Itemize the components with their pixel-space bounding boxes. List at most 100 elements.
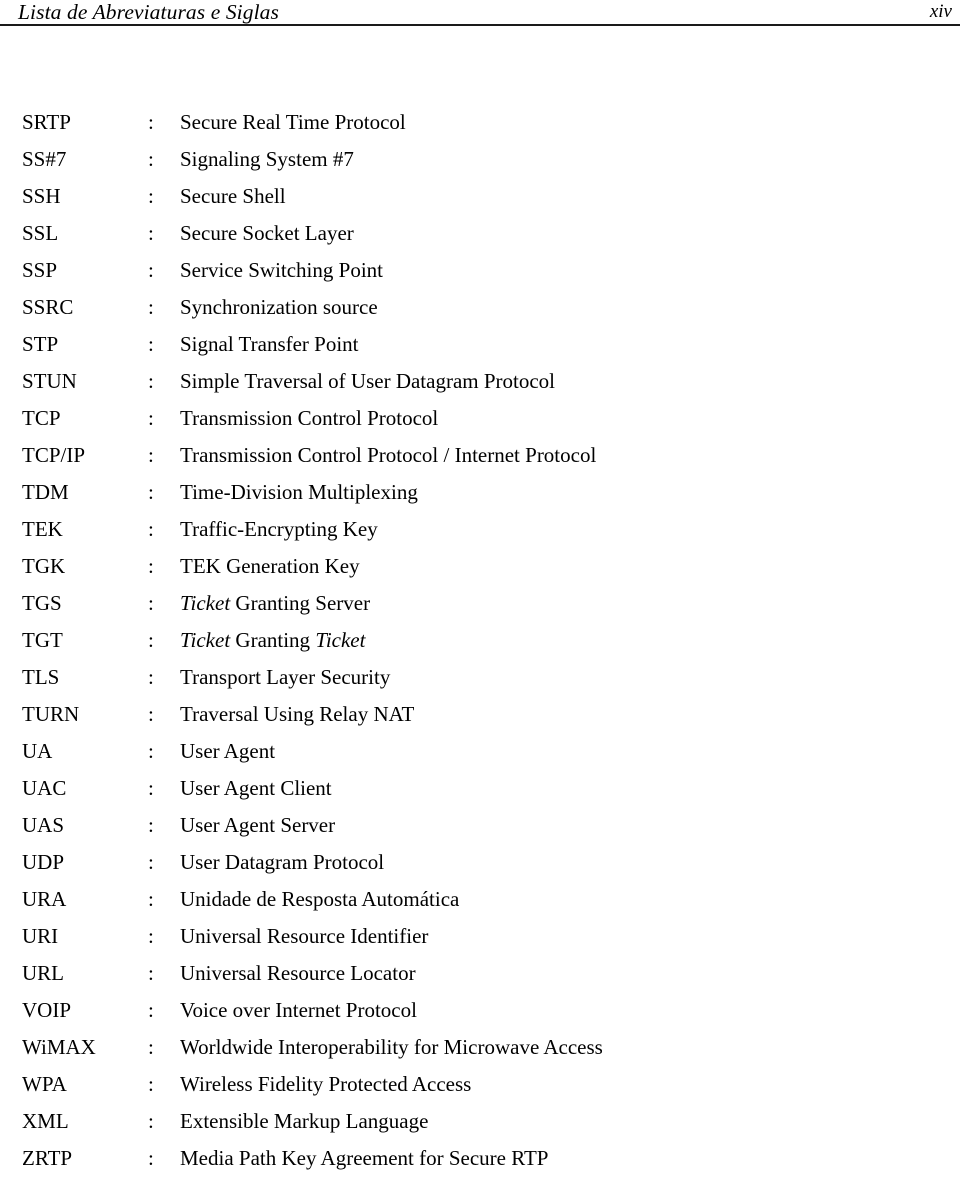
abbreviation-separator: : [148,369,154,393]
abbreviation-definition: Secure Real Time Protocol [180,110,406,134]
abbreviation-definition: User Datagram Protocol [180,850,385,874]
abbreviation-row: ZRTP: Media Path Key Agreement for Secure… [0,1140,960,1177]
abbreviation-definition: Unidade de Resposta Automática [180,887,460,911]
abbreviation-definition: User Agent [180,739,276,763]
abbreviation-term: TGT [22,628,63,652]
abbreviation-definition: Simple Traversal of User Datagram Protoc… [180,369,556,393]
abbreviation-separator: : [148,1146,154,1170]
abbreviation-separator: : [148,332,154,356]
abbreviation-separator: : [148,443,154,467]
abbreviation-separator: : [148,147,154,171]
abbreviation-row: WPA: Wireless Fidelity Protected Access [0,1066,960,1103]
abbreviation-definition: Transport Layer Security [180,665,391,689]
abbreviation-term: XML [22,1109,69,1133]
abbreviation-term: SSRC [22,295,74,319]
abbreviation-separator: : [148,1035,154,1059]
abbreviation-separator: : [148,295,154,319]
abbreviation-separator: : [148,776,154,800]
abbreviation-separator: : [148,184,154,208]
abbreviation-definition: Universal Resource Identifier [180,924,429,948]
abbreviation-term: UA [22,739,53,763]
abbreviation-row: SS#7: Signaling System #7 [0,141,960,178]
abbreviation-term: UDP [22,850,65,874]
running-header-title: Lista de Abreviaturas e Siglas [18,0,279,24]
abbreviation-row: VOIP: Voice over Internet Protocol [0,992,960,1029]
abbreviation-row: SSRC: Synchronization source [0,289,960,326]
abbreviation-term: TGK [22,554,66,578]
abbreviation-term: ZRTP [22,1146,73,1170]
abbreviation-definition: Time-Division Multiplexing [180,480,418,504]
abbreviation-definition: Ticket Granting Ticket [180,628,366,652]
abbreviation-separator: : [148,591,154,615]
abbreviation-row: TURN: Traversal Using Relay NAT [0,696,960,733]
abbreviation-separator: : [148,961,154,985]
abbreviation-definition: Worldwide Interoperability for Microwave… [180,1035,603,1059]
abbreviation-term: TDM [22,480,69,504]
abbreviation-term: VOIP [22,998,72,1022]
abbreviation-term: SSP [22,258,58,282]
header-divider-rule [0,24,960,26]
page-header: Lista de Abreviaturas e Siglas xiv [0,0,960,27]
abbreviation-term: WiMAX [22,1035,96,1059]
abbreviation-row: SSH: Secure Shell [0,178,960,215]
abbreviation-definition: Signaling System #7 [180,147,354,171]
abbreviation-separator: : [148,887,154,911]
abbreviation-separator: : [148,665,154,689]
abbreviation-definition: Transmission Control Protocol / Internet… [180,443,597,467]
page-number: xiv [929,1,952,22]
abbreviation-row: TCP: Transmission Control Protocol [0,400,960,437]
abbreviation-definition: Universal Resource Locator [180,961,416,985]
abbreviation-separator: : [148,1109,154,1133]
abbreviation-separator: : [148,813,154,837]
abbreviation-row: TEK: Traffic-Encrypting Key [0,511,960,548]
abbreviation-row: SRTP: Secure Real Time Protocol [0,104,960,141]
abbreviation-term: TURN [22,702,80,726]
abbreviation-row: URI: Universal Resource Identifier [0,918,960,955]
abbreviation-term: TEK [22,517,63,541]
abbreviation-row: UA: User Agent [0,733,960,770]
abbreviation-term: SSH [22,184,61,208]
abbreviation-definition: Wireless Fidelity Protected Access [180,1072,472,1096]
abbreviation-row: UAS: User Agent Server [0,807,960,844]
abbreviation-row: URA: Unidade de Resposta Automática [0,881,960,918]
abbreviation-separator: : [148,480,154,504]
abbreviation-term: URL [22,961,64,985]
abbreviation-term: STP [22,332,59,356]
abbreviation-term: UAS [22,813,65,837]
abbreviation-separator: : [148,221,154,245]
abbreviation-definition: User Agent Server [180,813,336,837]
abbreviation-separator: : [148,517,154,541]
abbreviation-term: TCP/IP [22,443,86,467]
abbreviation-separator: : [148,924,154,948]
abbreviation-row: TGT: Ticket Granting Ticket [0,622,960,659]
abbreviation-row: SSP: Service Switching Point [0,252,960,289]
abbreviation-definition: Secure Socket Layer [180,221,354,245]
abbreviation-separator: : [148,739,154,763]
abbreviation-row: URL: Universal Resource Locator [0,955,960,992]
abbreviation-separator: : [148,628,154,652]
abbreviation-row: UAC: User Agent Client [0,770,960,807]
abbreviation-row: WiMAX: Worldwide Interoperability for Mic… [0,1029,960,1066]
abbreviation-separator: : [148,702,154,726]
abbreviation-definition: Ticket Granting Server [180,591,371,615]
abbreviation-definition: Secure Shell [180,184,286,208]
abbreviation-separator: : [148,406,154,430]
abbreviation-definition: Media Path Key Agreement for Secure RTP [180,1146,549,1170]
abbreviation-separator: : [148,110,154,134]
abbreviation-term: TCP [22,406,61,430]
abbreviation-term: TLS [22,665,60,689]
abbreviation-row: STUN: Simple Traversal of User Datagram P… [0,363,960,400]
abbreviation-row: TDM: Time-Division Multiplexing [0,474,960,511]
abbreviation-term: STUN [22,369,77,393]
abbreviation-row: TGS: Ticket Granting Server [0,585,960,622]
abbreviation-separator: : [148,258,154,282]
abbreviation-term: TGS [22,591,62,615]
abbreviation-separator: : [148,554,154,578]
abbreviation-separator: : [148,850,154,874]
abbreviation-row: TGK: TEK Generation Key [0,548,960,585]
abbreviation-definition: Extensible Markup Language [180,1109,429,1133]
abbreviation-row: SSL: Secure Socket Layer [0,215,960,252]
abbreviation-term: URA [22,887,67,911]
abbreviation-separator: : [148,1072,154,1096]
abbreviation-definition: Voice over Internet Protocol [180,998,417,1022]
